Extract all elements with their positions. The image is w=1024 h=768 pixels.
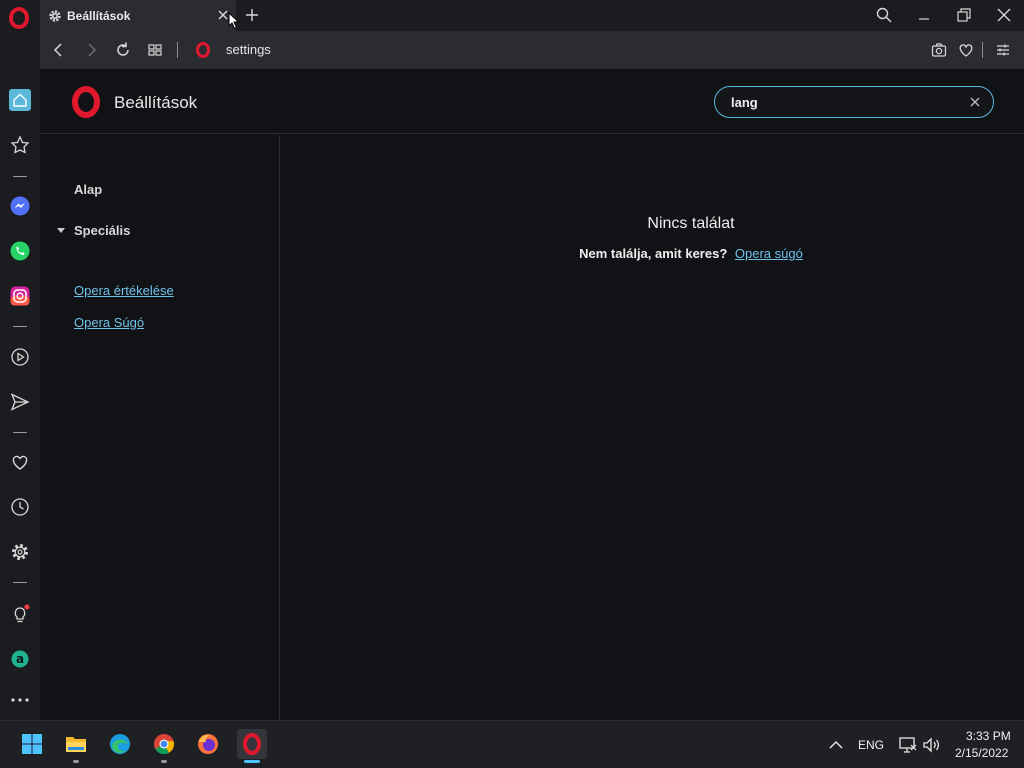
back-icon[interactable]	[50, 41, 68, 59]
opera-sidebar: a	[0, 31, 40, 720]
whatsapp-icon[interactable]	[9, 240, 31, 262]
file-explorer-button[interactable]	[61, 729, 91, 763]
easy-setup-icon[interactable]	[994, 41, 1012, 59]
aria-icon[interactable]: a	[9, 648, 31, 670]
search-input[interactable]	[731, 93, 951, 111]
reload-icon[interactable]	[114, 41, 132, 59]
settings-nav: Alap Speciális Opera értékelése Opera Sú…	[40, 135, 280, 720]
chrome-button[interactable]	[149, 729, 179, 763]
svg-text:a: a	[16, 652, 24, 666]
screen: Beállítások settings a Beállítások lang …	[0, 0, 1024, 768]
snapshot-icon[interactable]	[930, 41, 948, 59]
help-question: Nem találja, amit keres?	[579, 246, 728, 261]
caret-down-icon[interactable]	[57, 228, 65, 233]
no-results-heading: Nincs találat	[647, 215, 735, 232]
sidebar-divider	[13, 582, 27, 583]
heart-bookmark-icon[interactable]	[957, 41, 975, 59]
clock-time[interactable]: 3:33 PM	[966, 729, 1011, 743]
help-line: Nem találja, amit keres? Opera súgó	[281, 246, 1024, 261]
sidebar-divider	[13, 176, 27, 177]
minimize-icon[interactable]	[915, 6, 933, 24]
tab-title: Beállítások	[67, 8, 131, 23]
bookmarks-icon[interactable]	[9, 134, 31, 156]
running-indicator	[161, 760, 167, 763]
tips-icon[interactable]	[9, 603, 31, 625]
home-icon[interactable]	[9, 89, 31, 111]
opera-site-icon	[196, 42, 210, 58]
gear-icon	[49, 9, 61, 22]
running-indicator	[73, 760, 79, 763]
my-flow-heart-icon[interactable]	[9, 451, 31, 473]
more-icon[interactable]	[9, 689, 31, 711]
language-indicator[interactable]: ENG	[858, 738, 884, 752]
volume-icon[interactable]	[922, 736, 942, 754]
network-icon[interactable]	[898, 736, 918, 754]
opera-menu-icon[interactable]	[8, 7, 30, 29]
new-tab-icon[interactable]	[244, 7, 260, 23]
opera-icon	[243, 733, 261, 755]
player-icon[interactable]	[9, 346, 31, 368]
page-title: Beállítások	[114, 93, 198, 112]
toolbar-separator	[982, 42, 983, 58]
windows-taskbar: ENG 3:33 PM 2/15/2022	[0, 720, 1024, 768]
nav-advanced[interactable]: Speciális	[74, 223, 130, 238]
opera-taskbar-button[interactable]	[237, 729, 267, 763]
settings-header: Beállítások	[40, 69, 1024, 134]
url-text[interactable]: settings	[226, 42, 271, 57]
mouse-cursor-icon	[228, 12, 240, 30]
instagram-icon[interactable]	[9, 285, 31, 307]
rate-opera-link[interactable]: Opera értékelése	[74, 283, 174, 298]
firefox-icon	[198, 734, 218, 754]
opera-help-result-link[interactable]: Opera súgó	[735, 246, 803, 261]
flow-icon[interactable]	[9, 391, 31, 413]
opera-logo-icon	[72, 86, 100, 118]
chrome-icon	[154, 734, 175, 755]
history-icon[interactable]	[9, 496, 31, 518]
restore-icon[interactable]	[955, 6, 973, 24]
chevron-up-icon[interactable]	[828, 738, 844, 752]
close-window-icon[interactable]	[995, 6, 1013, 24]
settings-main: Nincs találat Nem találja, amit keres? O…	[281, 135, 1024, 720]
nav-basic[interactable]: Alap	[74, 182, 102, 197]
edge-icon	[110, 734, 130, 754]
messenger-icon[interactable]	[9, 195, 31, 217]
edge-button[interactable]	[105, 729, 135, 759]
clear-search-icon[interactable]	[969, 96, 981, 108]
tab-grid-icon[interactable]	[146, 41, 164, 59]
search-tabs-icon[interactable]	[875, 6, 893, 24]
settings-search[interactable]	[714, 86, 994, 118]
settings-icon[interactable]	[9, 541, 31, 563]
toolbar-separator	[177, 42, 178, 58]
sidebar-divider	[13, 326, 27, 327]
clock-date[interactable]: 2/15/2022	[955, 746, 1008, 760]
active-app-indicator	[244, 760, 260, 763]
address-bar: settings	[40, 31, 1024, 69]
file-explorer-icon	[66, 737, 86, 752]
tab-bar: Beállítások	[0, 0, 1024, 31]
start-button[interactable]	[17, 729, 47, 759]
tab-settings[interactable]: Beállítások	[40, 0, 236, 31]
firefox-button[interactable]	[193, 729, 223, 759]
sidebar-divider	[13, 432, 27, 433]
opera-help-link[interactable]: Opera Súgó	[74, 315, 144, 330]
forward-icon[interactable]	[82, 41, 100, 59]
windows-start-icon	[22, 734, 42, 754]
